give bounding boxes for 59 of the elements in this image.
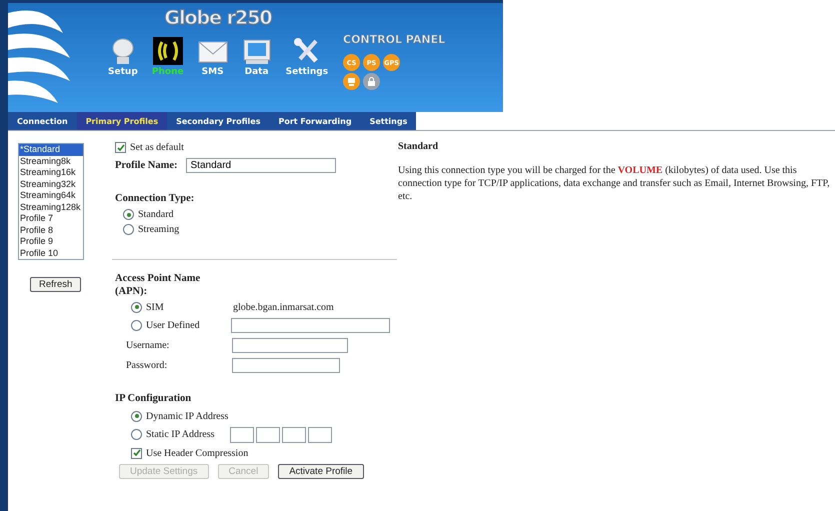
- tab[interactable]: Connection: [8, 112, 77, 130]
- ip-octet-field[interactable]: [308, 426, 332, 442]
- checkbox-label: Use Header Compression: [146, 448, 248, 458]
- ip-octet-field[interactable]: [256, 426, 280, 442]
- list-item[interactable]: Profile 8: [19, 224, 83, 236]
- list-item[interactable]: Streaming8k: [19, 156, 83, 167]
- nav-item[interactable]: Data: [242, 37, 272, 77]
- radio-label: Dynamic IP Address: [146, 410, 228, 422]
- profile-name-field[interactable]: Standard: [186, 158, 336, 172]
- tab[interactable]: Secondary Profiles: [167, 112, 270, 130]
- list-item[interactable]: Streaming32k: [19, 178, 83, 190]
- radio-button[interactable]: [131, 320, 142, 331]
- form-button[interactable]: Activate Profile: [278, 464, 364, 478]
- radio-button[interactable]: [123, 209, 134, 220]
- ip-octet-field[interactable]: [282, 426, 306, 442]
- list-item[interactable]: Streaming128k: [19, 202, 83, 213]
- checkbox[interactable]: [115, 142, 126, 153]
- ip-octet-field[interactable]: [230, 426, 254, 442]
- radio-button[interactable]: [131, 302, 142, 312]
- nav-item[interactable]: SMS: [198, 37, 228, 77]
- product-title: Globe r250: [164, 7, 272, 29]
- radio-label: Standard: [138, 209, 174, 220]
- apn-value: globe.bgan.inmarsat.com: [233, 302, 334, 312]
- password-field[interactable]: [232, 358, 340, 372]
- profile-list[interactable]: *Standard Streaming8k Streaming16k Streaming32k Streaming64k Streaming128k Profile 7 Profile 8 Profile 9 Profile 10: [18, 143, 84, 260]
- list-item[interactable]: *Standard: [19, 144, 83, 156]
- list-item[interactable]: Streaming16k: [19, 167, 83, 178]
- field-label: Username:: [126, 340, 170, 350]
- apn-field[interactable]: [231, 318, 390, 333]
- list-item[interactable]: Streaming64k: [19, 190, 83, 202]
- nav-item[interactable]: Setup: [108, 37, 138, 77]
- nav-item[interactable]: Settings: [286, 37, 328, 77]
- radio-label: User Defined: [146, 320, 201, 331]
- section-heading: Access Point Name (APN):: [115, 272, 202, 298]
- username-field[interactable]: [232, 338, 348, 352]
- phone-icon: [152, 37, 183, 65]
- tab[interactable]: Settings: [360, 112, 416, 130]
- monitor-icon: [242, 37, 272, 65]
- section-heading: Connection Type:: [115, 192, 194, 204]
- tab[interactable]: Primary Profiles: [76, 112, 168, 130]
- list-item[interactable]: Profile 9: [19, 236, 83, 248]
- list-item[interactable]: Profile 10: [19, 248, 83, 259]
- info-title: Standard: [398, 141, 440, 152]
- panel-title: CONTROL PANEL: [343, 33, 446, 46]
- checkbox[interactable]: [131, 448, 142, 458]
- radio-button[interactable]: [123, 224, 134, 235]
- field-label: Password:: [126, 360, 168, 370]
- checkbox-label: Set as default: [130, 142, 184, 153]
- radio-label: Static IP Address: [146, 429, 216, 440]
- list-item[interactable]: Profile 7: [19, 213, 83, 224]
- info-text: Using this connection type you will be charged for the VOLUME (kilobytes) of data used. Use this connection type for TCP/IP applications, data exchange and transfer such as Email, Internet Browsing, FTP, etc.: [398, 164, 831, 203]
- radio-label: SIM: [146, 302, 165, 312]
- refresh-button[interactable]: Refresh: [30, 277, 82, 292]
- field-label: Profile Name:: [115, 160, 178, 170]
- radio-label: Streaming: [138, 224, 180, 235]
- tab[interactable]: Port Forwarding: [269, 112, 361, 130]
- section-heading: IP Configuration: [115, 392, 192, 404]
- radio-button[interactable]: [131, 410, 142, 422]
- radio-button[interactable]: [131, 429, 142, 440]
